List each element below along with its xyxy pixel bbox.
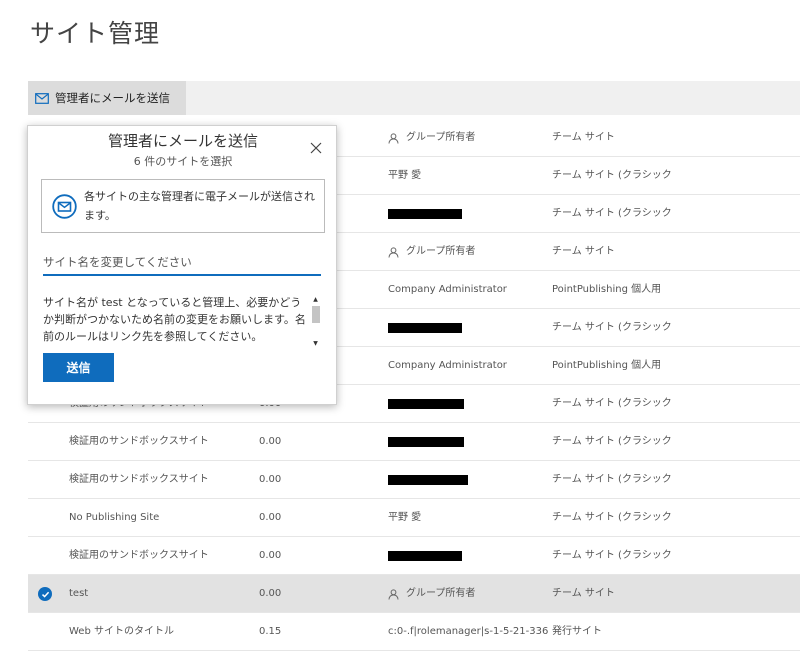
- site-name[interactable]: test: [69, 575, 249, 613]
- site-template: チーム サイト (クラシック: [552, 474, 672, 485]
- site-template: チーム サイト (クラシック: [552, 208, 672, 219]
- panel-title: 管理者にメールを送信: [107, 132, 258, 150]
- primary-admin: グループ所有者: [388, 119, 548, 157]
- site-name[interactable]: 検証用のサンドボックスサイト: [69, 461, 249, 499]
- mail-circle-icon: [52, 194, 77, 219]
- storage-used: 0.00: [259, 474, 282, 485]
- table-row[interactable]: 検証用のサンドボックスサイト 0.00 チーム サイト (クラシック: [28, 423, 800, 461]
- redaction-bar: [388, 323, 462, 333]
- row-checkbox[interactable]: [38, 613, 54, 651]
- admin-name: グループ所有者: [406, 246, 476, 257]
- site-template: チーム サイト: [552, 588, 615, 599]
- panel-subtitle: 6 件のサイトを選択: [133, 155, 233, 168]
- info-box: 各サイトの主な管理者に電子メールが送信されます。: [41, 179, 325, 233]
- row-checkbox[interactable]: [38, 575, 54, 613]
- admin-name: グループ所有者: [406, 588, 476, 599]
- storage-used: 0.15: [259, 626, 282, 637]
- primary-admin: [388, 423, 548, 461]
- primary-admin: Company Administrator: [388, 271, 548, 309]
- person-icon: [388, 132, 399, 144]
- checkmark-icon: [38, 587, 52, 601]
- message-textarea[interactable]: サイト名が test となっていると管理上、必要かどうか判断がつかないため名前の…: [43, 294, 308, 344]
- site-template: チーム サイト (クラシック: [552, 436, 672, 447]
- primary-admin: 平野 愛: [388, 499, 548, 537]
- scroll-thumb[interactable]: [312, 306, 320, 323]
- primary-admin: c:0-.f|rolemanager|s-1-5-21-336: [388, 613, 548, 651]
- redaction-bar: [388, 551, 462, 561]
- primary-admin: [388, 385, 548, 423]
- site-template: 発行サイト: [552, 626, 602, 637]
- site-name[interactable]: 検証用のサンドボックスサイト: [69, 537, 249, 575]
- redaction-bar: [388, 437, 464, 447]
- scroll-up-icon[interactable]: ▲: [311, 295, 320, 303]
- table-row[interactable]: 検証用のサンドボックスサイト 0.00 チーム サイト (クラシック: [28, 537, 800, 575]
- primary-admin: Company Administrator: [388, 347, 548, 385]
- site-template: チーム サイト (クラシック: [552, 398, 672, 409]
- command-bar: 管理者にメールを送信: [28, 81, 800, 115]
- primary-admin: グループ所有者: [388, 575, 548, 613]
- primary-admin: 平野 愛: [388, 157, 548, 195]
- table-row[interactable]: 検証用のサンドボックスサイト 0.00 チーム サイト (クラシック: [28, 461, 800, 499]
- primary-admin: [388, 537, 548, 575]
- person-icon: [388, 246, 399, 258]
- close-icon[interactable]: [308, 140, 324, 156]
- redaction-bar: [388, 399, 464, 409]
- site-template: チーム サイト (クラシック: [552, 170, 672, 181]
- primary-admin: [388, 309, 548, 347]
- site-template: チーム サイト (クラシック: [552, 550, 672, 561]
- admin-name: グループ所有者: [406, 132, 476, 143]
- site-template: チーム サイト (クラシック: [552, 512, 672, 523]
- site-template: PointPublishing 個人用: [552, 284, 662, 295]
- storage-used: 0.00: [259, 512, 282, 523]
- send-button[interactable]: 送信: [43, 353, 114, 382]
- row-checkbox[interactable]: [38, 423, 54, 461]
- storage-used: 0.00: [259, 436, 282, 447]
- admin-name: 平野 愛: [388, 170, 422, 181]
- site-name[interactable]: 検証用のサンドボックスサイト: [69, 423, 249, 461]
- site-template: チーム サイト (クラシック: [552, 322, 672, 333]
- email-admin-button[interactable]: 管理者にメールを送信: [28, 81, 186, 115]
- mail-icon: [35, 92, 49, 104]
- table-row[interactable]: No Publishing Site 0.00 平野 愛 チーム サイト (クラシック: [28, 499, 800, 537]
- info-text: 各サイトの主な管理者に電子メールが送信されます。: [84, 190, 315, 222]
- row-checkbox[interactable]: [38, 537, 54, 575]
- site-template: チーム サイト: [552, 132, 615, 143]
- page-title: サイト管理: [30, 19, 161, 48]
- table-row[interactable]: test 0.00 グループ所有者 チーム サイト: [28, 575, 800, 613]
- email-admin-label: 管理者にメールを送信: [55, 91, 170, 105]
- storage-used: 0.00: [259, 550, 282, 561]
- redaction-bar: [388, 475, 468, 485]
- table-row[interactable]: Web サイトのタイトル 0.15 c:0-.f|rolemanager|s-1-5…: [28, 613, 800, 651]
- admin-name: Company Administrator: [388, 284, 507, 295]
- row-checkbox[interactable]: [38, 461, 54, 499]
- person-icon: [388, 588, 399, 600]
- message-scrollbar[interactable]: ▲ ▼: [310, 295, 321, 347]
- site-name[interactable]: Web サイトのタイトル: [69, 613, 249, 651]
- row-checkbox[interactable]: [38, 499, 54, 537]
- primary-admin: グループ所有者: [388, 233, 548, 271]
- scroll-down-icon[interactable]: ▼: [311, 339, 320, 347]
- site-name[interactable]: No Publishing Site: [69, 499, 249, 537]
- admin-name: Company Administrator: [388, 360, 507, 371]
- site-template: チーム サイト: [552, 246, 615, 257]
- primary-admin: [388, 195, 548, 233]
- redaction-bar: [388, 209, 462, 219]
- site-template: PointPublishing 個人用: [552, 360, 662, 371]
- primary-admin: [388, 461, 548, 499]
- subject-input[interactable]: [43, 249, 321, 276]
- email-admin-panel: 管理者にメールを送信 6 件のサイトを選択 各サイトの主な管理者に電子メールが送…: [27, 125, 337, 405]
- admin-name: c:0-.f|rolemanager|s-1-5-21-336: [388, 626, 548, 637]
- storage-used: 0.00: [259, 588, 282, 599]
- admin-name: 平野 愛: [388, 512, 422, 523]
